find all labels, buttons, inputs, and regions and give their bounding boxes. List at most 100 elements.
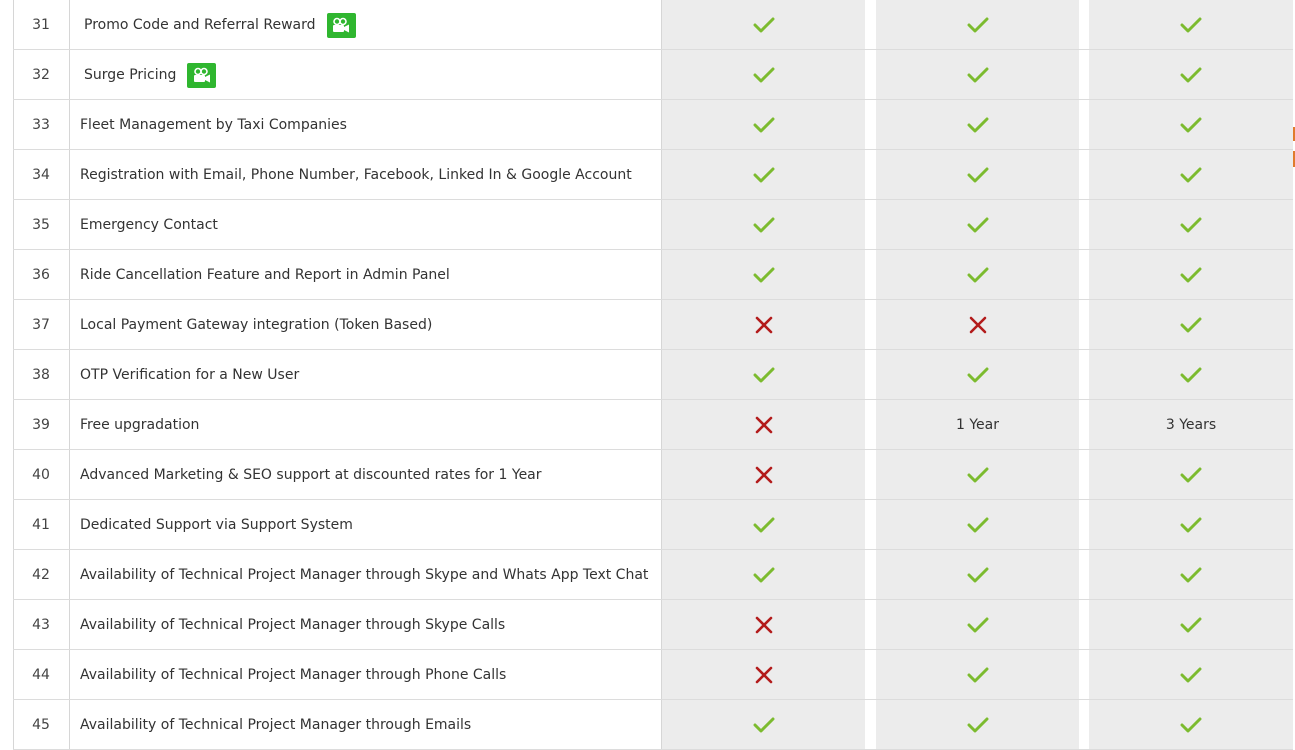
table-row: 38 OTP Verification for a New User (13, 350, 1293, 400)
check-icon (753, 567, 774, 583)
check-icon (1180, 267, 1202, 283)
feature-label: Emergency Contact (80, 217, 218, 233)
plan-3-cell (1089, 600, 1293, 650)
row-number: 35 (32, 217, 50, 233)
feature-label: Availability of Technical Project Manage… (80, 567, 649, 583)
plan-1-cell (662, 300, 865, 350)
feature-label: Availability of Technical Project Manage… (80, 667, 507, 683)
table-row: 36 Ride Cancellation Feature and Report i… (13, 250, 1293, 300)
check-icon (967, 567, 988, 583)
plan-1-cell (662, 650, 865, 700)
check-icon (967, 667, 988, 683)
cross-icon (755, 416, 772, 434)
plan-1-cell (662, 0, 865, 50)
check-icon (753, 717, 774, 733)
check-icon (967, 717, 988, 733)
feature-cell: Availability of Technical Project Manage… (80, 700, 471, 750)
video-camera-glyph (193, 67, 210, 82)
plan-3-cell (1089, 250, 1293, 300)
check-icon (967, 617, 988, 633)
check-icon (1180, 167, 1202, 183)
row-number: 32 (32, 67, 50, 83)
plan-2-cell (876, 700, 1079, 750)
plan-1-cell (662, 250, 865, 300)
table-row: 31 Promo Code and Referral Reward (13, 0, 1293, 50)
plan-1-cell (662, 150, 865, 200)
plan-3-cell (1089, 700, 1293, 750)
feature-label: Advanced Marketing & SEO support at disc… (80, 467, 542, 483)
check-icon (1180, 467, 1202, 483)
check-icon (967, 517, 988, 533)
plan-2-cell (876, 0, 1079, 50)
check-icon (753, 167, 774, 183)
check-icon (1180, 617, 1202, 633)
feature-cell: Local Payment Gateway integration (Token… (80, 300, 432, 350)
video-camera-icon[interactable] (326, 12, 356, 38)
plan-1-cell (662, 500, 865, 550)
check-icon (753, 267, 774, 283)
plan-3-cell (1089, 500, 1293, 550)
plan-3-cell (1089, 650, 1293, 700)
table-row: 33 Fleet Management by Taxi Companies (13, 100, 1293, 150)
plan-2-cell (876, 250, 1079, 300)
cross-icon (755, 316, 772, 334)
feature-label: Availability of Technical Project Manage… (80, 717, 472, 733)
cross-icon (969, 316, 986, 334)
check-icon (967, 17, 988, 33)
check-icon (753, 117, 774, 133)
plan-3-cell (1089, 150, 1293, 200)
row-number: 38 (32, 367, 50, 383)
plan-3-cell: 3 Years (1089, 400, 1293, 450)
plan-2-cell (876, 350, 1079, 400)
feature-label: Surge Pricing (84, 67, 177, 83)
plan-3-cell (1089, 350, 1293, 400)
plan-1-cell (662, 400, 865, 450)
row-number: 31 (32, 17, 50, 33)
table-row: 32 Surge Pricing (13, 50, 1293, 100)
plan-2-cell (876, 600, 1079, 650)
video-camera-icon[interactable] (187, 62, 217, 88)
feature-cell: Surge Pricing (84, 50, 217, 100)
feature-cell: Advanced Marketing & SEO support at disc… (80, 450, 542, 500)
row-number: 43 (32, 617, 50, 633)
plan-1-cell (662, 450, 865, 500)
feature-cell: Dedicated Support via Support System (80, 500, 353, 550)
check-icon (967, 217, 988, 233)
feature-cell: Free upgradation (80, 400, 199, 450)
plan-1-cell (662, 550, 865, 600)
feature-cell: Fleet Management by Taxi Companies (80, 100, 347, 150)
check-icon (753, 17, 774, 33)
check-icon (1180, 17, 1202, 33)
feature-label: Fleet Management by Taxi Companies (80, 117, 347, 133)
feature-cell: Emergency Contact (80, 200, 218, 250)
row-number: 41 (32, 517, 50, 533)
row-number: 44 (32, 667, 50, 683)
check-icon (967, 367, 988, 383)
plan-value-text: 3 Years (1165, 417, 1217, 433)
table-row: 45 Availability of Technical Project Mana… (13, 700, 1293, 750)
table-row: 37 Local Payment Gateway integration (Tok… (13, 300, 1293, 350)
plan-1-cell (662, 200, 865, 250)
plan-2-cell (876, 300, 1079, 350)
feature-label: Free upgradation (80, 417, 200, 433)
plan-3-cell (1089, 450, 1293, 500)
plan-2-cell (876, 50, 1079, 100)
feature-label: Local Payment Gateway integration (Token… (80, 317, 433, 333)
feature-cell: Registration with Email, Phone Number, F… (80, 150, 632, 200)
row-number: 39 (32, 417, 50, 433)
check-icon (753, 217, 774, 233)
feature-label: Promo Code and Referral Reward (84, 17, 316, 33)
check-icon (1180, 567, 1202, 583)
row-number: 33 (32, 117, 50, 133)
check-icon (1180, 67, 1202, 83)
feature-cell: Promo Code and Referral Reward (84, 0, 356, 50)
check-icon (1180, 717, 1202, 733)
check-icon (1180, 317, 1202, 333)
check-icon (753, 517, 774, 533)
cross-icon (755, 666, 772, 684)
plan-2-cell (876, 550, 1079, 600)
feature-label: Dedicated Support via Support System (80, 517, 353, 533)
plan-1-cell (662, 50, 865, 100)
table-row: 34 Registration with Email, Phone Number,… (13, 150, 1293, 200)
check-icon (1180, 517, 1202, 533)
